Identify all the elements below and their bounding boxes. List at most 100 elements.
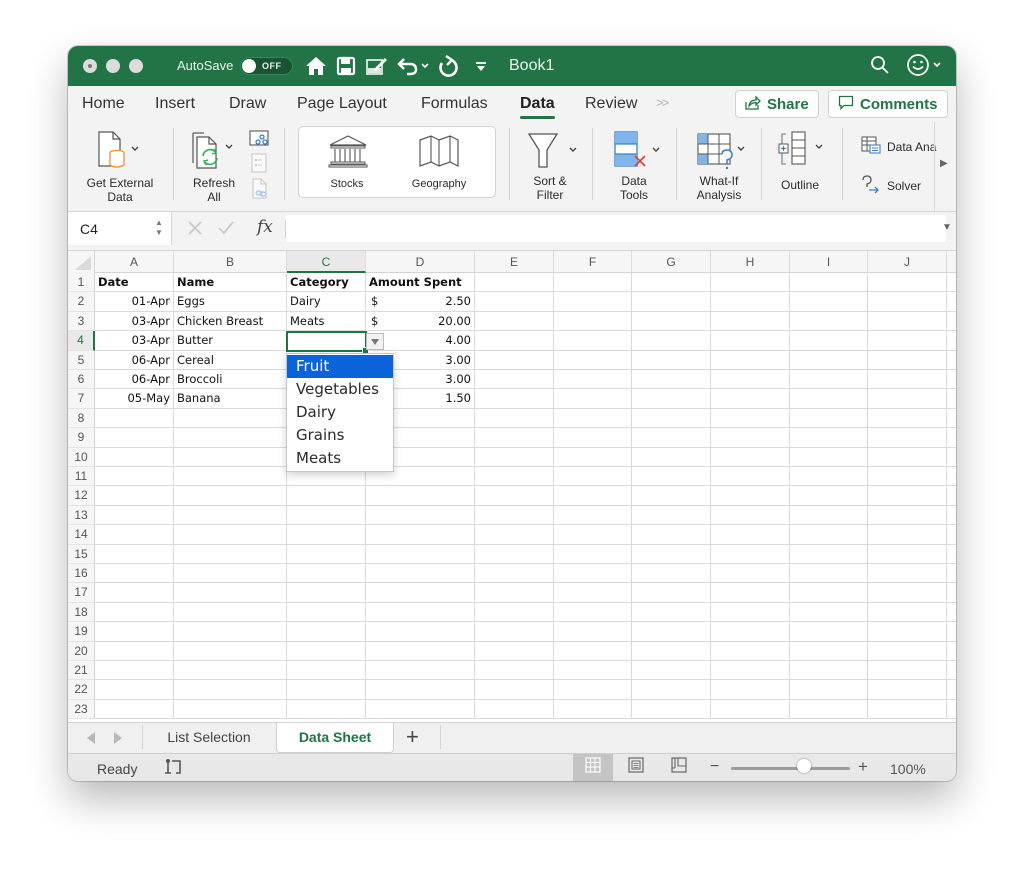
cell[interactable] xyxy=(947,389,956,409)
row-header[interactable]: 4 xyxy=(68,331,95,351)
column-header-d[interactable]: D xyxy=(366,251,475,273)
page-break-view-button[interactable] xyxy=(659,754,699,781)
row-header[interactable]: 6 xyxy=(68,370,95,390)
cell[interactable] xyxy=(95,486,174,506)
cell[interactable] xyxy=(287,602,366,623)
row-header[interactable]: 2 xyxy=(68,292,95,312)
cell[interactable] xyxy=(95,447,174,467)
row-header[interactable]: 12 xyxy=(68,486,95,506)
cell[interactable] xyxy=(366,641,475,661)
cell[interactable] xyxy=(475,311,554,332)
cell[interactable] xyxy=(554,661,632,681)
cell[interactable] xyxy=(632,350,711,370)
cell[interactable] xyxy=(868,699,947,720)
cell[interactable] xyxy=(475,331,554,351)
sheet-tab-list-selection[interactable]: List Selection xyxy=(144,723,274,753)
edit-document-icon[interactable] xyxy=(365,55,389,77)
cell[interactable] xyxy=(868,602,947,623)
cell[interactable] xyxy=(287,641,366,661)
cell[interactable] xyxy=(366,544,475,564)
cell[interactable] xyxy=(868,370,947,390)
cell[interactable] xyxy=(711,505,790,526)
cell[interactable] xyxy=(711,350,790,370)
cell[interactable] xyxy=(711,311,790,332)
date-cell[interactable]: 06-Apr xyxy=(95,370,174,390)
cell[interactable] xyxy=(174,680,287,700)
cell[interactable] xyxy=(947,661,956,681)
cell[interactable] xyxy=(947,564,956,584)
name-box[interactable]: C4 ▲ ▼ xyxy=(68,212,172,245)
cell[interactable] xyxy=(632,428,711,448)
category-cell[interactable] xyxy=(287,331,366,351)
normal-view-button[interactable] xyxy=(573,754,613,781)
column-header-c[interactable]: C xyxy=(287,251,366,273)
cell[interactable] xyxy=(174,428,287,448)
cell[interactable] xyxy=(711,467,790,487)
cell[interactable] xyxy=(632,447,711,467)
cell[interactable] xyxy=(947,622,956,642)
column-header-a[interactable]: A xyxy=(95,251,174,273)
cell[interactable] xyxy=(475,408,554,429)
get-external-data-button[interactable]: Get External Data xyxy=(78,126,162,206)
cell[interactable] xyxy=(632,389,711,409)
row-header[interactable]: 5 xyxy=(68,350,95,370)
next-sheet-icon[interactable] xyxy=(114,732,122,744)
tab-review[interactable]: Review xyxy=(585,95,637,113)
cell[interactable] xyxy=(711,273,790,293)
cell[interactable] xyxy=(554,680,632,700)
cell[interactable] xyxy=(947,700,956,720)
row-header[interactable]: 23 xyxy=(68,699,95,720)
cell[interactable] xyxy=(711,602,790,623)
cell[interactable] xyxy=(947,370,956,390)
close-window-button[interactable] xyxy=(83,59,97,73)
cell[interactable] xyxy=(554,350,632,370)
tab-home[interactable]: Home xyxy=(82,95,125,113)
column-header-b[interactable]: B xyxy=(174,251,287,273)
category-cell[interactable]: Dairy xyxy=(287,292,366,312)
zoom-slider-track[interactable] xyxy=(731,767,850,770)
cell[interactable] xyxy=(868,389,947,409)
geography-button[interactable]: Geography xyxy=(399,131,479,193)
cell[interactable] xyxy=(174,525,287,545)
cell[interactable] xyxy=(632,564,711,584)
cell[interactable] xyxy=(632,311,711,332)
cell[interactable] xyxy=(947,506,956,526)
cell[interactable] xyxy=(711,292,790,312)
cell[interactable] xyxy=(711,447,790,467)
cell[interactable] xyxy=(287,525,366,545)
cell[interactable] xyxy=(868,467,947,487)
zoom-in-button[interactable]: + xyxy=(858,757,868,777)
cell[interactable] xyxy=(790,680,868,700)
column-header-h[interactable]: H xyxy=(711,251,790,273)
zoom-percentage[interactable]: 100% xyxy=(890,761,926,777)
cell[interactable] xyxy=(554,486,632,506)
cell[interactable] xyxy=(95,583,174,603)
cell[interactable] xyxy=(868,641,947,661)
zoom-slider-handle[interactable] xyxy=(796,759,811,773)
maximize-window-button[interactable] xyxy=(129,59,143,73)
cell[interactable] xyxy=(287,699,366,720)
cell[interactable] xyxy=(711,486,790,506)
cell[interactable] xyxy=(366,486,475,506)
cell[interactable] xyxy=(790,661,868,681)
date-cell[interactable]: 03-Apr xyxy=(95,331,174,351)
ribbon-scroll-right-icon[interactable]: ▶ xyxy=(940,158,948,169)
cell[interactable] xyxy=(475,564,554,584)
list-dropdown-arrow-button[interactable] xyxy=(366,333,384,350)
cell[interactable] xyxy=(95,661,174,681)
cell[interactable] xyxy=(947,603,956,623)
cell[interactable] xyxy=(868,447,947,467)
cell[interactable] xyxy=(868,622,947,642)
row-header[interactable]: 3 xyxy=(68,311,95,332)
cell[interactable] xyxy=(632,486,711,506)
cell[interactable] xyxy=(174,447,287,467)
cell[interactable] xyxy=(632,544,711,564)
cell[interactable] xyxy=(947,486,956,506)
cell[interactable] xyxy=(790,331,868,351)
cell[interactable] xyxy=(790,602,868,623)
cell[interactable] xyxy=(947,331,956,351)
cell[interactable] xyxy=(174,467,287,487)
tab-data[interactable]: Data xyxy=(520,95,555,119)
cell[interactable] xyxy=(366,525,475,545)
stocks-button[interactable]: Stocks xyxy=(317,131,377,193)
